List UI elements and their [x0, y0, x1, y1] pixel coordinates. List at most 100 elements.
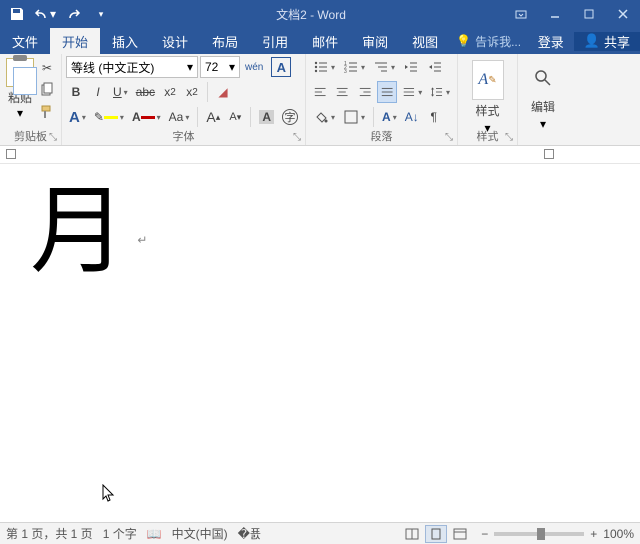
status-language[interactable]: 中文(中国): [172, 525, 228, 542]
title-bar: ▾ ▾ 文档2 - Word: [0, 0, 640, 28]
tab-mailings[interactable]: 邮件: [300, 28, 350, 54]
tab-design[interactable]: 设计: [150, 28, 200, 54]
distribute-icon: [402, 84, 416, 100]
borders-button[interactable]: ▾: [340, 106, 368, 128]
signin-button[interactable]: 登录: [528, 32, 574, 51]
tab-insert[interactable]: 插入: [100, 28, 150, 54]
superscript-button[interactable]: x2: [182, 81, 202, 103]
save-button[interactable]: [4, 2, 30, 26]
web-layout-button[interactable]: [449, 525, 471, 543]
tab-home[interactable]: 开始: [50, 28, 100, 54]
separator: [207, 82, 208, 102]
font-size-combo[interactable]: 72▾: [200, 56, 240, 78]
asian-icon: A: [382, 110, 391, 124]
font-color-button[interactable]: A▾: [129, 106, 164, 128]
enclose-char-button[interactable]: 字: [279, 106, 301, 128]
font-launcher[interactable]: ⤡: [291, 131, 303, 143]
ruler-left-margin[interactable]: [6, 149, 16, 159]
ruler[interactable]: [0, 146, 640, 164]
clipboard-launcher[interactable]: ⤡: [47, 131, 59, 143]
highlight-button[interactable]: ✎▾: [91, 106, 127, 128]
tab-file[interactable]: 文件: [0, 28, 50, 54]
format-painter-button[interactable]: [36, 102, 58, 122]
bullets-button[interactable]: ▾: [310, 56, 338, 78]
zoom-slider[interactable]: [494, 532, 584, 536]
qat-customize-button[interactable]: ▾: [88, 2, 114, 26]
font-name-combo[interactable]: 等线 (中文正文)▾: [66, 56, 198, 78]
find-icon: [533, 68, 553, 88]
subscript-button[interactable]: x2: [160, 81, 180, 103]
numbering-button[interactable]: 123▾: [340, 56, 368, 78]
enclose-icon: 字: [282, 109, 298, 125]
zoom-thumb[interactable]: [537, 528, 545, 540]
ribbon-options-button[interactable]: [504, 0, 538, 28]
underline-button[interactable]: U▾: [110, 81, 131, 103]
clear-formatting-button[interactable]: ◢: [213, 81, 233, 103]
mouse-cursor-icon: [102, 484, 116, 502]
bucket-icon: [313, 109, 329, 125]
bold-button[interactable]: B: [66, 81, 86, 103]
maximize-button[interactable]: [572, 0, 606, 28]
italic-button[interactable]: I: [88, 81, 108, 103]
tab-view[interactable]: 视图: [400, 28, 450, 54]
share-button[interactable]: 👤共享: [574, 32, 640, 51]
char-border-button[interactable]: A: [268, 56, 294, 78]
eraser-icon: ◢: [218, 85, 227, 99]
show-marks-button[interactable]: ¶: [424, 106, 444, 128]
distribute-button[interactable]: ▾: [399, 81, 425, 103]
redo-button[interactable]: [60, 2, 86, 26]
copy-button[interactable]: [36, 80, 58, 100]
page-content: 月 ↵: [30, 184, 610, 280]
status-page[interactable]: 第 1 页，共 1 页: [6, 525, 93, 542]
sort-button[interactable]: A↓: [402, 106, 422, 128]
styles-launcher[interactable]: ⤡: [503, 131, 515, 143]
paste-button[interactable]: 粘贴 ▾: [4, 56, 36, 122]
cut-button[interactable]: ✂: [36, 58, 58, 78]
justify-button[interactable]: [377, 81, 397, 103]
char-shading-button[interactable]: A: [256, 106, 277, 128]
status-words[interactable]: 1 个字: [103, 525, 137, 542]
quick-access-toolbar: ▾ ▾: [0, 2, 118, 26]
line-spacing-button[interactable]: ▾: [427, 81, 453, 103]
print-layout-button[interactable]: [425, 525, 447, 543]
accessibility-icon[interactable]: �푨: [238, 525, 261, 542]
group-font: 等线 (中文正文)▾ 72▾ wén A B I U▾ abc x2 x2 ◢ …: [62, 54, 306, 145]
read-mode-button[interactable]: [401, 525, 423, 543]
tab-references[interactable]: 引用: [250, 28, 300, 54]
document-text[interactable]: 月: [30, 178, 126, 285]
grow-font-button[interactable]: A▴: [203, 106, 223, 128]
styles-gallery-button[interactable]: A ✎: [472, 60, 504, 100]
multilevel-icon: [373, 59, 389, 75]
asian-layout-button[interactable]: A▾: [379, 106, 400, 128]
undo-button[interactable]: ▾: [32, 2, 58, 26]
change-case-button[interactable]: Aa▾: [166, 106, 193, 128]
multilevel-button[interactable]: ▾: [370, 56, 398, 78]
decrease-indent-button[interactable]: [400, 56, 422, 78]
increase-indent-button[interactable]: [424, 56, 446, 78]
font-color-icon: A: [132, 110, 141, 124]
shading-button[interactable]: ▾: [310, 106, 338, 128]
share-icon: 👤: [584, 33, 600, 49]
char-border-icon: A: [271, 57, 291, 77]
minimize-button[interactable]: [538, 0, 572, 28]
bold-icon: B: [72, 85, 81, 99]
phonetic-guide-button[interactable]: wén: [242, 56, 266, 78]
zoom-out-button[interactable]: −: [481, 527, 488, 541]
ruler-right-margin[interactable]: [544, 149, 554, 159]
strikethrough-button[interactable]: abc: [133, 81, 158, 103]
align-left-button[interactable]: [310, 81, 330, 103]
text-effects-button[interactable]: A▾: [66, 106, 89, 128]
paragraph-launcher[interactable]: ⤡: [443, 131, 455, 143]
align-center-button[interactable]: [332, 81, 352, 103]
tell-me[interactable]: 💡告诉我...: [450, 28, 527, 54]
zoom-value[interactable]: 100%: [603, 527, 634, 541]
tab-layout[interactable]: 布局: [200, 28, 250, 54]
spellcheck-icon[interactable]: 📖: [147, 527, 162, 541]
close-button[interactable]: [606, 0, 640, 28]
shrink-font-button[interactable]: A▾: [225, 106, 245, 128]
align-right-button[interactable]: [355, 81, 375, 103]
tab-review[interactable]: 审阅: [350, 28, 400, 54]
find-button[interactable]: [530, 60, 556, 96]
document-area[interactable]: 月 ↵: [0, 164, 640, 534]
zoom-in-button[interactable]: +: [590, 527, 597, 541]
